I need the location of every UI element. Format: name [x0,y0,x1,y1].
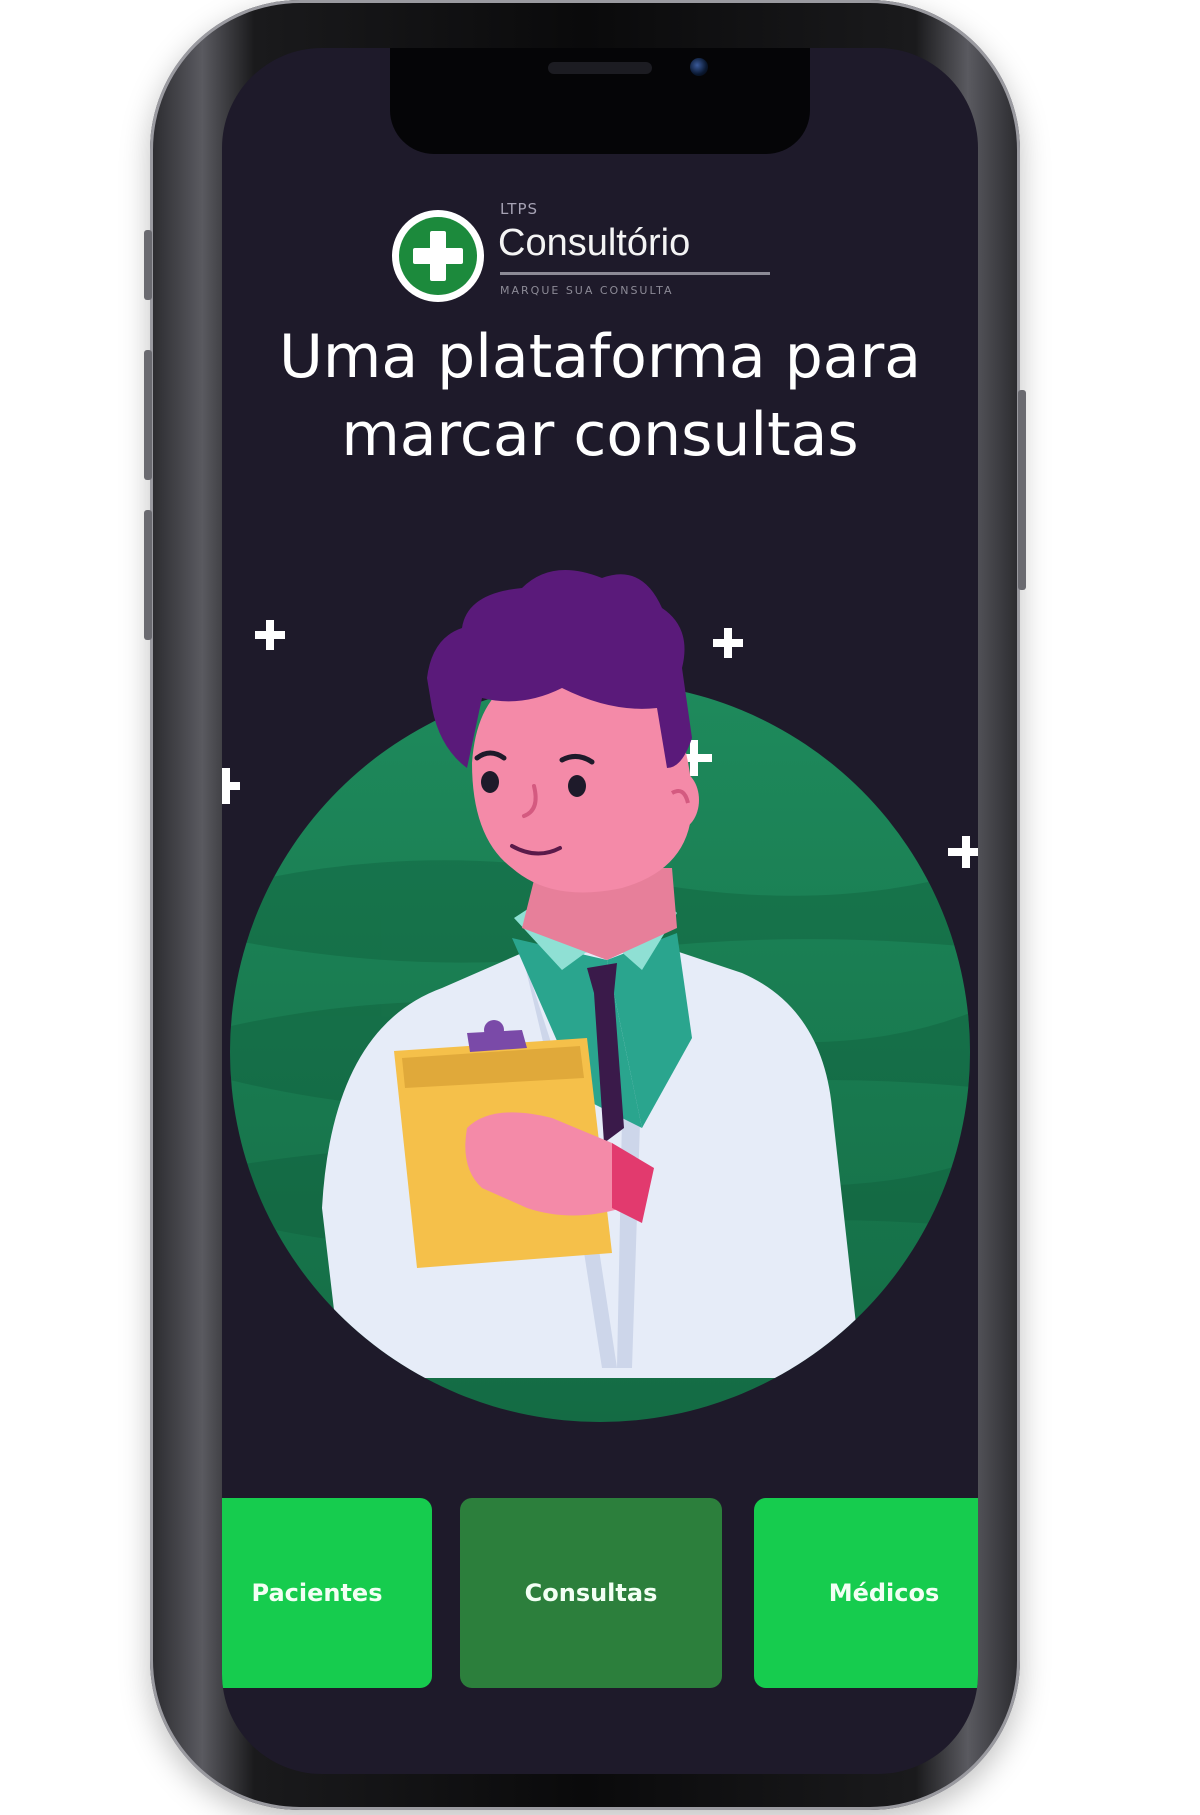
medical-cross-icon [392,210,484,302]
side-button-mute [144,230,152,300]
hero-line-1: Uma plataforma para [278,322,922,392]
brand-name: Consultório [498,222,691,264]
side-button-volume-down [144,510,152,640]
side-button-volume-up [144,350,152,480]
brand-tagline: MARQUE SUA CONSULTA [500,284,674,297]
nav-consultas-button[interactable]: Consultas [460,1498,722,1688]
nav-consultas-label: Consultas [524,1579,658,1607]
nav-medicos-button[interactable]: Médicos [754,1498,978,1688]
side-button-power [1018,390,1026,590]
nav-medicos-label: Médicos [828,1579,940,1607]
hero-line-2: marcar consultas [341,400,859,470]
brand-divider [500,272,770,275]
app-screen: LTPS Consultório MARQUE SUA CONSULTA Uma… [222,48,978,1774]
brand-small-label: LTPS [500,200,539,218]
brand-logo[interactable]: LTPS Consultório MARQUE SUA CONSULTA [392,160,812,310]
hero-headline: Uma plataforma para marcar consultas [222,318,978,474]
nav-pacientes-label: Pacientes [251,1579,383,1607]
nav-pacientes-button[interactable]: Pacientes [222,1498,432,1688]
speaker-grille [548,62,652,74]
phone-notch [390,48,810,154]
front-camera-icon [690,58,708,76]
